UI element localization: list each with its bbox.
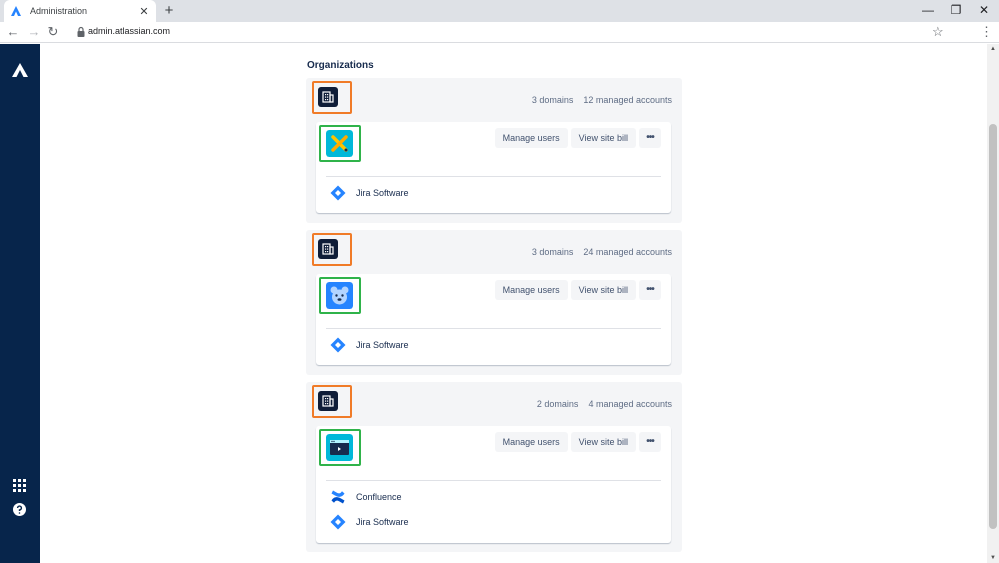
product-item[interactable]: Jira Software — [330, 514, 409, 530]
product-name: Jira Software — [356, 517, 409, 527]
building-icon — [322, 91, 334, 103]
view-site-bill-button[interactable]: View site bill — [570, 128, 636, 148]
manage-users-button[interactable]: Manage users — [494, 432, 568, 452]
more-actions-button[interactable]: ••• — [639, 128, 661, 148]
crossed-tools-avatar-icon[interactable] — [326, 130, 353, 157]
site-card: Manage users View site bill ••• Jira Sof… — [316, 274, 671, 365]
more-actions-button[interactable]: ••• — [639, 280, 661, 300]
scroll-up-icon[interactable]: ▲ — [987, 44, 999, 54]
site-actions: Manage users View site bill ••• — [492, 280, 661, 300]
lock-icon — [77, 26, 85, 37]
product-name: Confluence — [356, 492, 402, 502]
scroll-down-icon[interactable]: ▼ — [987, 553, 999, 563]
restore-button[interactable]: ❐ — [946, 1, 966, 19]
site-actions: Manage users View site bill ••• — [492, 432, 661, 452]
address-bar: ← → ↻ admin.atlassian.com ☆ ⋮ — [0, 22, 999, 43]
product-item[interactable]: Confluence — [330, 489, 402, 505]
domain-count: 2 domains — [536, 399, 579, 409]
sidebar — [0, 44, 40, 563]
bear-avatar-icon[interactable] — [326, 282, 353, 309]
domain-count: 3 domains — [531, 95, 574, 105]
manage-users-button[interactable]: Manage users — [494, 128, 568, 148]
page-title: Organizations — [307, 60, 374, 71]
manage-users-button[interactable]: Manage users — [494, 280, 568, 300]
jira-software-icon — [330, 514, 346, 530]
org-meta: 3 domains 24 managed accounts — [532, 247, 672, 257]
product-item[interactable]: Jira Software — [330, 337, 409, 353]
org-meta: 2 domains 4 managed accounts — [537, 399, 672, 409]
product-name: Jira Software — [356, 340, 409, 350]
tab-close-icon[interactable]: ✕ — [138, 5, 150, 18]
organization-card: 2 domains 4 managed accounts Manage users… — [306, 382, 682, 552]
divider — [326, 176, 661, 177]
view-site-bill-button[interactable]: View site bill — [570, 432, 636, 452]
product-item[interactable]: Jira Software — [330, 185, 409, 201]
jira-software-icon — [330, 337, 346, 353]
managed-accounts-count: 12 managed accounts — [583, 95, 672, 105]
help-icon[interactable] — [13, 503, 26, 516]
reload-button[interactable]: ↻ — [45, 23, 61, 41]
close-window-button[interactable]: ✕ — [974, 1, 994, 19]
bookmark-star-icon[interactable]: ☆ — [932, 23, 944, 41]
organization-card: 3 domains 12 managed accounts Manage user… — [306, 78, 682, 223]
building-icon — [322, 243, 334, 255]
confluence-icon — [331, 490, 345, 504]
site-card: Manage users View site bill ••• Confluen… — [316, 426, 671, 543]
managed-accounts-count: 24 managed accounts — [583, 247, 672, 257]
browser-menu-icon[interactable]: ⋮ — [980, 23, 993, 41]
atlassian-favicon-icon — [11, 6, 21, 16]
more-actions-button[interactable]: ••• — [639, 432, 661, 452]
view-site-bill-button[interactable]: View site bill — [570, 280, 636, 300]
domain-count: 3 domains — [531, 247, 574, 257]
browser-tab-bar: Administration ✕ + — ❐ ✕ — [0, 0, 999, 22]
atlassian-logo-icon[interactable] — [11, 62, 29, 78]
window-avatar-icon[interactable] — [326, 434, 353, 461]
site-card: Manage users View site bill ••• Jira Sof… — [316, 122, 671, 213]
organization-icon[interactable] — [318, 391, 338, 411]
jira-software-icon — [330, 185, 346, 201]
managed-accounts-count: 4 managed accounts — [588, 399, 672, 409]
organization-icon[interactable] — [318, 239, 338, 259]
new-tab-button[interactable]: + — [162, 2, 176, 20]
scroll-thumb[interactable] — [989, 124, 997, 529]
site-actions: Manage users View site bill ••• — [492, 128, 661, 148]
minimize-button[interactable]: — — [918, 1, 938, 19]
url-input[interactable]: admin.atlassian.com — [88, 26, 170, 36]
tab-title: Administration — [30, 6, 88, 16]
divider — [326, 480, 661, 481]
browser-tab[interactable]: Administration ✕ — [4, 0, 156, 22]
divider — [326, 328, 661, 329]
organization-card: 3 domains 24 managed accounts Manage user… — [306, 230, 682, 375]
back-button[interactable]: ← — [5, 23, 21, 41]
app-switcher-icon[interactable] — [13, 479, 26, 492]
organization-icon[interactable] — [318, 87, 338, 107]
org-meta: 3 domains 12 managed accounts — [532, 95, 672, 105]
product-name: Jira Software — [356, 188, 409, 198]
scrollbar[interactable]: ▲ ▼ — [987, 44, 999, 563]
forward-button[interactable]: → — [26, 23, 42, 41]
building-icon — [322, 395, 334, 407]
